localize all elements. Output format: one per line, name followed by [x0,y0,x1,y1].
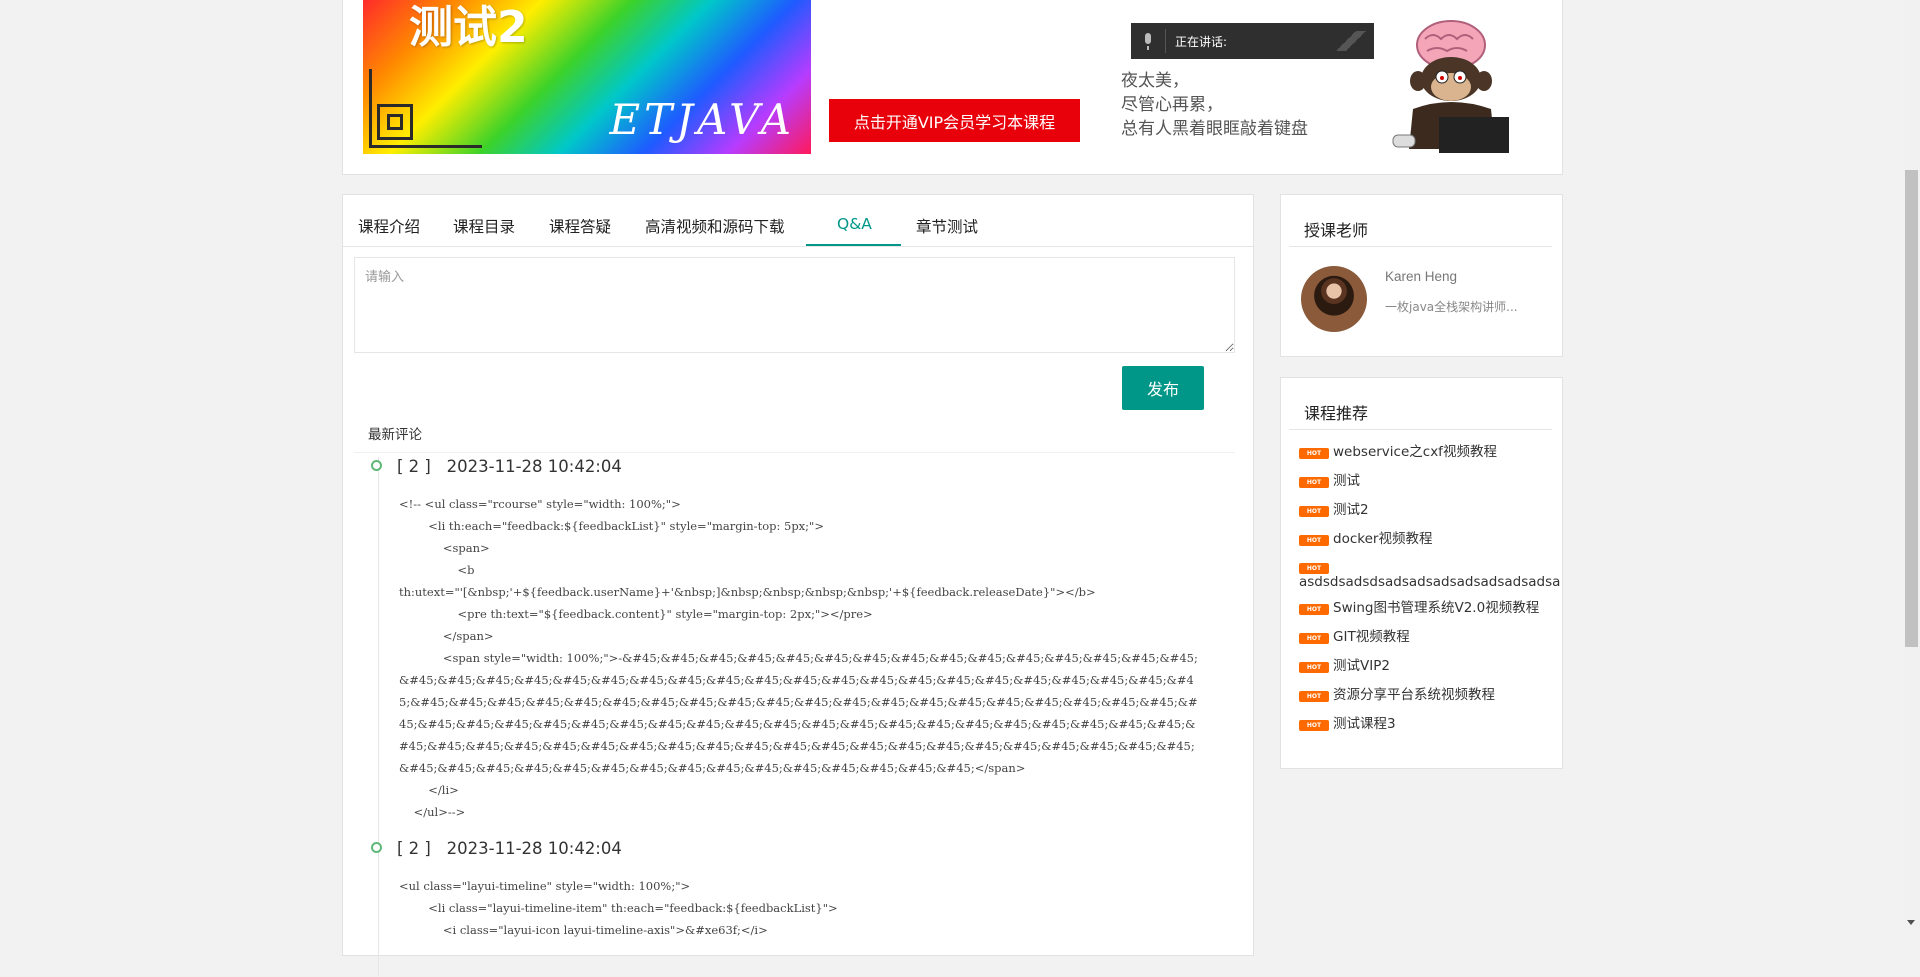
recommend-link[interactable]: 测试VIP2 [1333,658,1390,674]
teacher-description: 一枚java全栈架构讲师... [1385,300,1518,314]
tab-video-source-download[interactable]: 高清视频和源码下载 [645,215,785,237]
hot-badge-icon: HOT [1299,662,1329,673]
course-cover-image: 测试2 ETJAVA [363,0,811,154]
divider [354,452,1235,453]
hot-badge-icon: HOT [1299,477,1329,488]
recommend-item[interactable]: HOT 测试 [1299,467,1559,496]
hot-badge-icon: HOT [1299,563,1329,574]
divider [1289,246,1552,247]
page-scrollbar[interactable] [1903,0,1920,929]
divider [1289,429,1552,430]
comment-header: [ 2 ] 2023-11-28 10:42:04 [397,457,622,476]
comment-content: <ul class="layui-timeline" style="width:… [399,879,838,937]
latest-comments-label: 最新评论 [368,427,422,443]
recommend-item[interactable]: HOT asdsdsadsdsadsadsadsadsadsadsadsa [1299,554,1560,594]
timeline-dot-icon [371,842,382,853]
tab-chapter-test[interactable]: 章节测试 [916,215,978,237]
recommend-item[interactable]: HOT 资源分享平台系统视频教程 [1299,681,1559,710]
comment-time: 2023-11-28 10:42:04 [446,839,622,858]
recommend-link[interactable]: docker视频教程 [1333,531,1432,547]
recommend-link[interactable]: 测试课程3 [1333,716,1396,732]
cover-brand: ETJAVA [609,95,795,144]
recommend-link[interactable]: asdsdsadsdsadsadsadsadsadsadsadsa [1299,574,1560,590]
hot-badge-icon: HOT [1299,633,1329,644]
microphone-icon [1145,33,1151,50]
cover-title: 测试2 [409,2,528,53]
comment-content: <!-- <ul class="rcourse" style="width: 1… [399,497,1198,819]
comment-input[interactable] [354,257,1235,353]
voice-status-text: 正在讲话: [1175,35,1228,49]
timeline-dot-icon [371,460,382,471]
recommend-list: HOT webservice之cxf视频教程 HOT 测试 HOT 测试2 HOT do… [1299,438,1560,739]
recommend-section-title: 课程推荐 [1304,404,1369,423]
tab-course-qa[interactable]: 课程答疑 [549,215,611,237]
course-tabs: 课程介绍 课程目录 课程答疑 高清视频和源码下载 Q&A 章节测试 [343,195,1253,247]
teacher-name: Karen Heng [1385,269,1458,284]
course-banner: 测试2 ETJAVA 点击开通VIP会员学习本课程 正在讲话: 夜太美， 尽管心… [342,0,1563,175]
teacher-panel: 授课老师 Karen Heng 一枚java全栈架构讲师... [1280,194,1563,357]
comment-header: [ 2 ] 2023-11-28 10:42:04 [397,839,622,858]
hot-badge-icon: HOT [1299,448,1329,459]
comment-user: [ 2 ] [397,457,431,476]
tab-qa[interactable]: Q&A [837,215,872,233]
teacher-avatar [1301,266,1367,332]
hot-badge-icon: HOT [1299,535,1329,546]
slogan-line: 总有人黑着眼眶敲着键盘 [1121,119,1308,139]
cover-frame-decoration [387,114,403,130]
recommend-item[interactable]: HOT webservice之cxf视频教程 [1299,438,1559,467]
comment-time: 2023-11-28 10:42:04 [446,457,622,476]
teacher-section-title: 授课老师 [1304,221,1369,240]
recommend-link[interactable]: 测试 [1333,473,1360,489]
hot-badge-icon: HOT [1299,691,1329,702]
scrollbar-thumb[interactable] [1905,170,1918,647]
voice-wave-icon [1336,31,1366,51]
comment-user: [ 2 ] [397,839,431,858]
recommend-link[interactable]: 资源分享平台系统视频教程 [1333,687,1495,703]
recommend-item[interactable]: HOT 测试课程3 [1299,710,1559,739]
voice-status-bar: 正在讲话: [1131,23,1374,59]
recommend-item[interactable]: HOT Swing图书管理系统V2.0视频教程 [1299,594,1559,623]
tab-course-intro[interactable]: 课程介绍 [358,215,420,237]
recommend-item[interactable]: HOT 测试2 [1299,496,1559,525]
slogan-line: 尽管心再累， [1121,95,1223,115]
course-detail-panel: 课程介绍 课程目录 课程答疑 高清视频和源码下载 Q&A 章节测试 发布 最新评… [342,194,1254,977]
scroll-down-arrow-icon[interactable] [1907,920,1915,925]
timeline-axis [378,457,379,977]
open-vip-button[interactable]: 点击开通VIP会员学习本课程 [829,99,1080,142]
hot-badge-icon: HOT [1299,604,1329,615]
active-tab-indicator [806,244,901,246]
tab-course-catalog[interactable]: 课程目录 [453,215,515,237]
recommend-link[interactable]: 测试2 [1333,502,1369,518]
recommend-item[interactable]: HOT GIT视频教程 [1299,623,1559,652]
publish-button[interactable]: 发布 [1122,366,1204,410]
monkey-mascot-image [1392,20,1509,153]
recommend-panel: 课程推荐 HOT webservice之cxf视频教程 HOT 测试 HOT 测试2 … [1280,377,1563,769]
recommend-link[interactable]: Swing图书管理系统V2.0视频教程 [1333,600,1539,616]
recommend-link[interactable]: GIT视频教程 [1333,629,1410,645]
recommend-item[interactable]: HOT 测试VIP2 [1299,652,1559,681]
recommend-item[interactable]: HOT docker视频教程 [1299,525,1559,554]
hot-badge-icon: HOT [1299,720,1329,731]
slogan-line: 夜太美， [1121,71,1189,91]
divider [1165,29,1166,53]
hot-badge-icon: HOT [1299,506,1329,517]
slogan: 夜太美， 尽管心再累， 总有人黑着眼眶敲着键盘 [1121,69,1308,141]
recommend-link[interactable]: webservice之cxf视频教程 [1333,444,1497,460]
